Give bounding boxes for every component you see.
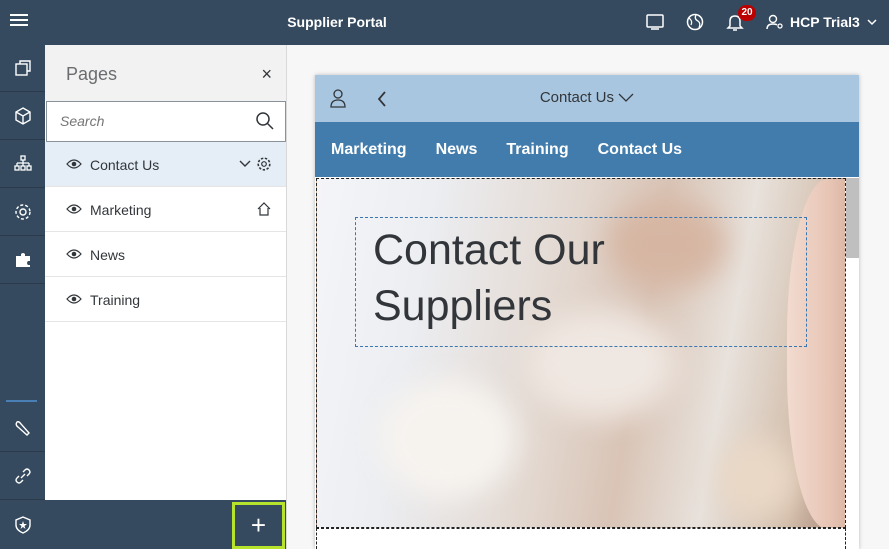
shield-icon[interactable] xyxy=(0,501,45,548)
nav-separator xyxy=(6,400,37,402)
preview-header: Contact Us xyxy=(315,75,859,122)
settings-icon[interactable] xyxy=(0,189,45,236)
page-item-contact-us[interactable]: Contact Us xyxy=(45,142,286,187)
wrench-icon[interactable] xyxy=(0,405,45,452)
preview-nav-contact-us[interactable]: Contact Us xyxy=(598,141,682,159)
app-title: Supplier Portal xyxy=(287,14,387,30)
page-item-label: Training xyxy=(90,292,141,308)
hero-headline-line-1: Contact Our xyxy=(373,226,605,274)
hero-image[interactable]: Contact Our Suppliers xyxy=(316,178,846,528)
left-navigation xyxy=(0,45,45,549)
preview-page-title: Contact Us xyxy=(539,89,615,106)
pages-panel: Pages × Contact Us Marketing News Traini… xyxy=(45,45,287,549)
sitemap-icon[interactable] xyxy=(0,141,45,188)
preview-page-selector[interactable]: Contact Us xyxy=(315,89,859,106)
site-pages-icon[interactable] xyxy=(0,45,45,92)
pages-footer: + xyxy=(45,500,286,549)
search-icon[interactable] xyxy=(255,111,275,131)
user-settings-icon xyxy=(766,14,783,30)
pages-title: Pages xyxy=(66,64,118,84)
screen-icon[interactable] xyxy=(645,12,665,32)
shell-bar: Supplier Portal 20 HCP Trial3 xyxy=(0,0,889,45)
preview-nav-news[interactable]: News xyxy=(436,141,478,159)
eye-icon[interactable] xyxy=(66,247,82,261)
page-list: Contact Us Marketing News Training xyxy=(45,142,286,322)
chevron-down-icon xyxy=(618,93,634,102)
page-item-label: News xyxy=(90,247,126,263)
preview-nav-marketing[interactable]: Marketing xyxy=(331,141,407,159)
page-item-training[interactable]: Training xyxy=(45,277,286,322)
hero-headline-line-2: Suppliers xyxy=(373,282,553,330)
preview-nav-training[interactable]: Training xyxy=(506,141,568,159)
home-icon xyxy=(257,202,271,216)
pages-header: Pages × xyxy=(45,45,286,101)
user-name: HCP Trial3 xyxy=(790,14,860,30)
hero-headline[interactable]: Contact Our Suppliers xyxy=(355,217,807,347)
scrollbar-thumb[interactable] xyxy=(846,178,859,258)
eye-icon[interactable] xyxy=(66,202,82,216)
content-section[interactable] xyxy=(316,528,846,549)
close-icon[interactable]: × xyxy=(261,65,272,83)
preview-navigation: Marketing News Training Contact Us xyxy=(315,122,859,177)
link-icon[interactable] xyxy=(0,453,45,500)
eye-icon[interactable] xyxy=(66,157,82,171)
page-item-news[interactable]: News xyxy=(45,232,286,277)
notification-badge: 20 xyxy=(738,5,756,21)
chevron-down-icon[interactable] xyxy=(239,158,251,170)
preview-scrollbar[interactable] xyxy=(846,178,859,549)
search-input[interactable] xyxy=(47,102,247,140)
page-item-marketing[interactable]: Marketing xyxy=(45,187,286,232)
puzzle-icon[interactable] xyxy=(0,237,45,284)
page-preview: Contact Us Marketing News Training Conta… xyxy=(315,75,859,549)
globe-icon[interactable] xyxy=(685,12,705,32)
search-field xyxy=(46,101,286,142)
cube-icon[interactable] xyxy=(0,93,45,140)
hero-blur xyxy=(717,439,797,519)
eye-icon[interactable] xyxy=(66,292,82,306)
add-page-button[interactable]: + xyxy=(232,502,285,549)
hero-blur xyxy=(377,379,517,499)
gear-icon[interactable] xyxy=(256,156,272,172)
page-item-label: Marketing xyxy=(90,202,152,218)
chevron-down-icon xyxy=(867,19,877,26)
page-item-label: Contact Us xyxy=(90,157,160,173)
user-menu[interactable]: HCP Trial3 xyxy=(766,13,878,31)
